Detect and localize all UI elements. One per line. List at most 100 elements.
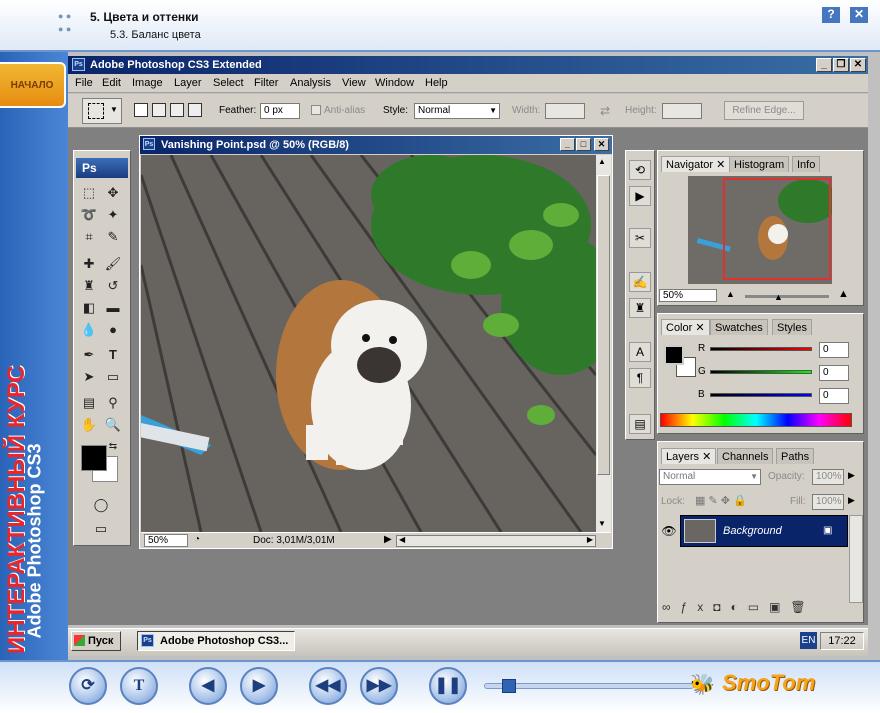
doc-minimize-button[interactable]: _ xyxy=(560,138,575,151)
pause-button[interactable]: ❚❚ xyxy=(429,667,467,705)
text-button[interactable]: T xyxy=(120,667,158,705)
close-button[interactable]: ✕ xyxy=(850,7,868,23)
intersect-selection-icon[interactable] xyxy=(188,103,202,117)
canvas-horizontal-scrollbar[interactable]: ◀ ▶ xyxy=(396,535,596,547)
refine-edge-button[interactable]: Refine Edge... xyxy=(724,101,804,120)
pen-tool-icon[interactable]: ✒ xyxy=(78,345,100,365)
scroll-right-icon[interactable]: ▶ xyxy=(587,535,593,544)
shape-tool-icon[interactable]: ▭ xyxy=(102,367,124,387)
layers-scrollbar[interactable] xyxy=(849,515,863,603)
tab-paths[interactable]: Paths xyxy=(776,448,815,464)
forward-button[interactable]: ▶▶ xyxy=(360,667,398,705)
height-input[interactable] xyxy=(662,103,702,119)
path-select-icon[interactable]: ➤ xyxy=(78,367,100,387)
tab-layers[interactable]: Layers ✕ xyxy=(661,448,717,464)
menu-analysis[interactable]: Analysis xyxy=(290,77,331,89)
hand-tool-icon[interactable]: ✋ xyxy=(78,415,100,435)
tab-swatches[interactable]: Swatches xyxy=(710,319,768,335)
scroll-thumb[interactable] xyxy=(597,175,610,475)
help-button[interactable]: ? xyxy=(822,7,840,23)
canvas-photo[interactable] xyxy=(141,155,596,532)
zoom-tool-icon[interactable]: 🔍 xyxy=(102,415,124,435)
start-button[interactable]: НАЧАЛО xyxy=(0,62,66,108)
quick-mask-icon[interactable]: ◯ xyxy=(90,495,112,515)
blend-mode-select[interactable]: Normal ▼ xyxy=(659,469,761,485)
navigator-zoom-slider[interactable] xyxy=(745,295,829,298)
r-slider[interactable] xyxy=(710,347,812,351)
repeat-button[interactable]: ⟳ xyxy=(69,667,107,705)
prev-button[interactable]: ◀ xyxy=(189,667,227,705)
brushes-panel-icon[interactable]: ✍ xyxy=(629,272,651,292)
layer-row[interactable]: Background ▣ xyxy=(680,515,848,547)
subtract-selection-icon[interactable] xyxy=(170,103,184,117)
antialias-checkbox[interactable] xyxy=(311,105,321,115)
tab-channels[interactable]: Channels xyxy=(717,448,774,464)
navigator-zoom-input[interactable]: 50% xyxy=(659,289,717,302)
width-input[interactable] xyxy=(545,103,585,119)
eraser-tool-icon[interactable]: ◧ xyxy=(78,298,100,318)
style-select[interactable]: Normal ▼ xyxy=(414,103,500,119)
gradient-tool-icon[interactable]: ▬ xyxy=(102,298,124,318)
swap-icon[interactable]: ⇄ xyxy=(600,104,610,118)
fill-input[interactable]: 100% xyxy=(812,494,844,510)
lasso-tool-icon[interactable]: ➰ xyxy=(78,205,100,225)
tab-histogram[interactable]: Histogram xyxy=(729,156,790,172)
visibility-eye-icon[interactable]: 👁 xyxy=(660,516,678,546)
color-spectrum-ramp[interactable] xyxy=(660,413,852,427)
clone-source-icon[interactable]: ♜ xyxy=(629,298,651,318)
scroll-left-icon[interactable]: ◀ xyxy=(399,535,405,544)
menu-select[interactable]: Select xyxy=(213,77,244,89)
marquee-tool-icon[interactable]: ⬚ xyxy=(78,183,100,203)
history-brush-icon[interactable]: ↺ xyxy=(102,276,124,296)
actions-panel-icon[interactable]: ▶ xyxy=(629,186,651,206)
zoom-slider-knob[interactable]: ▲ xyxy=(774,292,783,302)
g-input[interactable]: 0 xyxy=(819,365,849,381)
paragraph-panel-icon[interactable]: ¶ xyxy=(629,368,651,388)
menu-file[interactable]: File xyxy=(75,77,93,89)
menu-layer[interactable]: Layer xyxy=(174,77,202,89)
tab-color[interactable]: Color ✕ xyxy=(661,319,710,335)
tool-presets-icon[interactable]: ✂ xyxy=(629,228,651,248)
language-indicator[interactable]: EN xyxy=(800,632,817,649)
tab-info[interactable]: Info xyxy=(792,156,821,172)
menu-filter[interactable]: Filter xyxy=(254,77,278,89)
zoom-input[interactable]: 50% xyxy=(144,534,188,547)
selection-mode-buttons[interactable] xyxy=(134,103,206,119)
restore-button[interactable]: ❐ xyxy=(833,58,849,72)
character-panel-icon[interactable]: A xyxy=(629,342,651,362)
opacity-input[interactable]: 100% xyxy=(812,469,844,485)
doc-maximize-button[interactable]: □ xyxy=(576,138,591,151)
next-button[interactable]: ▶ xyxy=(240,667,278,705)
layer-comps-icon[interactable]: ▤ xyxy=(629,414,651,434)
dodge-tool-icon[interactable]: ● xyxy=(102,320,124,340)
menu-help[interactable]: Help xyxy=(425,77,448,89)
magic-wand-tool-icon[interactable]: ✦ xyxy=(102,205,124,225)
add-selection-icon[interactable] xyxy=(152,103,166,117)
rewind-button[interactable]: ◀◀ xyxy=(309,667,347,705)
zoom-out-icon[interactable]: ▲ xyxy=(726,289,735,299)
swap-colors-icon[interactable]: ⇆ xyxy=(106,440,120,454)
notes-tool-icon[interactable]: ▤ xyxy=(78,393,100,413)
doc-size[interactable]: Doc: 3,01M/3,01M xyxy=(253,535,335,546)
lock-icons[interactable]: ▦ ✎ ✥ 🔒 xyxy=(695,494,747,507)
slice-tool-icon[interactable]: ✎ xyxy=(102,227,124,247)
healing-brush-icon[interactable]: ✚ xyxy=(78,254,100,274)
status-menu-icon[interactable]: ▶ xyxy=(384,534,392,545)
brush-tool-icon[interactable]: 🖌 xyxy=(102,254,124,274)
tab-navigator[interactable]: Navigator ✕ xyxy=(661,156,731,172)
menu-view[interactable]: View xyxy=(342,77,366,89)
playback-knob[interactable] xyxy=(502,679,516,693)
canvas-vertical-scrollbar[interactable]: ▲ ▼ xyxy=(596,155,611,532)
eyedropper-tool-icon[interactable]: ⚲ xyxy=(102,393,124,413)
foreground-color-swatch[interactable] xyxy=(81,445,107,471)
doc-close-button[interactable]: ✕ xyxy=(594,138,609,151)
navigator-thumbnail[interactable] xyxy=(688,176,832,284)
history-panel-icon[interactable]: ⟲ xyxy=(629,160,651,180)
opacity-arrow-icon[interactable]: ▶ xyxy=(848,470,855,481)
color-fg-swatch[interactable] xyxy=(664,345,684,365)
r-input[interactable]: 0 xyxy=(819,342,849,358)
status-info-icon[interactable]: ◔ xyxy=(194,534,200,545)
tab-styles[interactable]: Styles xyxy=(772,319,812,335)
b-slider[interactable] xyxy=(710,393,812,397)
clone-stamp-icon[interactable]: ♜ xyxy=(78,276,100,296)
